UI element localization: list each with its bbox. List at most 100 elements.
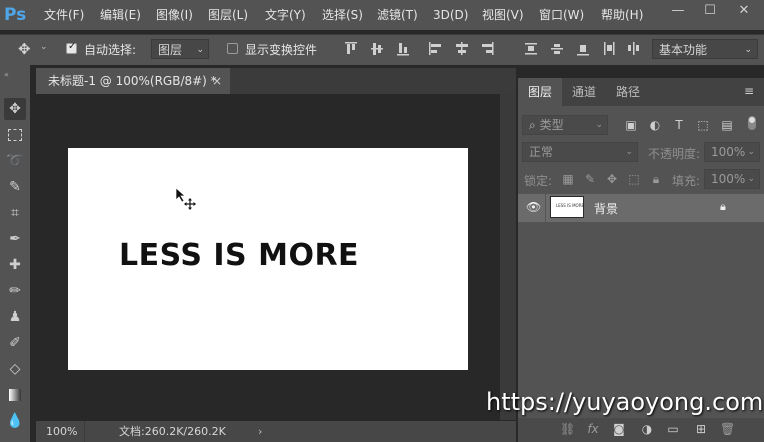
photoshop-logo[interactable]: Ps <box>4 4 28 26</box>
filter-pixel-icon[interactable]: ▣ <box>624 118 638 132</box>
align-left-icon <box>429 42 441 55</box>
tab-layers[interactable]: 图层 <box>518 78 562 106</box>
collapse-toolbar-icon[interactable]: « <box>4 70 9 79</box>
filter-toggle-knob <box>749 117 755 123</box>
gradient-tool-icon[interactable] <box>4 384 26 406</box>
chevron-down-icon: ⌄ <box>747 147 755 157</box>
filter-adjustment-icon[interactable]: ◐ <box>648 118 662 132</box>
distribute-vcenter-icon <box>551 44 563 54</box>
filter-smart-object-icon[interactable]: ▤ <box>720 118 734 132</box>
eraser-tool-icon[interactable]: ◇ <box>4 358 26 380</box>
brush-tool-icon[interactable]: ✏ <box>4 280 26 302</box>
crop-tool-icon[interactable]: ⌗ <box>4 202 26 224</box>
align-right-icon <box>482 42 494 55</box>
align-top-icon <box>345 42 357 54</box>
distribute-bottom-icon <box>577 45 589 56</box>
close-tab-icon[interactable]: × <box>212 68 222 94</box>
zoom-level[interactable]: 100% <box>46 421 77 442</box>
lock-all-icon[interactable]: 🔒︎ <box>649 172 663 186</box>
blur-tool-icon[interactable]: 💧 <box>4 410 26 432</box>
align-hcenter-icon <box>456 42 468 55</box>
layer-lock-icon: 🔒︎ <box>720 200 726 213</box>
align-bottom-icon <box>397 43 409 56</box>
quick-selection-tool-icon[interactable]: ✎ <box>4 176 26 198</box>
menu-edit[interactable]: 编辑(E) <box>100 0 141 30</box>
lock-pixels-icon[interactable]: ✎ <box>583 172 597 186</box>
lock-position-icon[interactable]: ✥ <box>605 172 619 186</box>
layer-filter-value: 类型 <box>539 118 564 132</box>
chevron-down-icon: ⌄ <box>744 45 752 55</box>
fill-label: 填充: <box>672 174 701 188</box>
layer-filter-dropdown[interactable]: ⌕ 类型 ⌄ <box>522 115 608 135</box>
auto-select-checkbox[interactable] <box>66 41 77 54</box>
minimize-icon[interactable]: — <box>664 0 692 22</box>
opacity-value: 100% <box>711 145 746 159</box>
align-icons-group <box>345 42 639 56</box>
watermark-text: https://yuyaoyong.com <box>486 388 764 416</box>
show-transform-checkbox[interactable] <box>227 43 238 54</box>
link-layers-icon[interactable]: ⛓ <box>560 422 575 436</box>
fill-field[interactable]: 100% ⌄ <box>704 169 760 189</box>
chevron-down-icon: ⌄ <box>625 147 633 157</box>
vertical-scrollbar[interactable] <box>500 94 516 420</box>
tab-channels[interactable]: 通道 <box>562 78 606 106</box>
menu-image[interactable]: 图像(I) <box>156 0 193 30</box>
add-mask-icon[interactable]: ◙ <box>612 422 626 436</box>
new-group-icon[interactable]: ▭ <box>666 422 680 436</box>
menu-filter[interactable]: 滤镜(T) <box>377 0 418 30</box>
blend-mode-value: 正常 <box>529 145 554 159</box>
workspace-value: 基本功能 <box>659 43 708 57</box>
blend-mode-dropdown[interactable]: 正常 ⌄ <box>522 142 638 162</box>
marquee-tool-icon[interactable] <box>4 124 26 146</box>
menu-3d[interactable]: 3D(D) <box>433 0 468 30</box>
menu-select[interactable]: 选择(S) <box>322 0 363 30</box>
menu-view[interactable]: 视图(V) <box>482 0 524 30</box>
history-brush-tool-icon[interactable]: ✐ <box>4 332 26 354</box>
maximize-icon[interactable]: ☐ <box>696 0 724 22</box>
fx-icon[interactable]: fx <box>586 422 600 436</box>
canvas-text-layer[interactable]: LESS IS MORE <box>68 238 410 273</box>
status-bar: 100% 文档:260.2K/260.2K › <box>36 421 516 442</box>
document-size: 文档:260.2K/260.2K <box>119 425 226 438</box>
layer-name[interactable]: 背景 <box>594 200 618 217</box>
menu-window[interactable]: 窗口(W) <box>539 0 584 30</box>
opacity-label: 不透明度: <box>648 147 701 161</box>
delete-layer-icon[interactable]: 🗑︎ <box>720 422 735 436</box>
move-tool-preset-icon[interactable]: ✥ <box>18 40 31 58</box>
search-icon: ⌕ <box>529 118 536 132</box>
layer-thumbnail-text: LESS IS MORE <box>556 203 585 208</box>
chevron-down-icon: ⌄ <box>747 174 755 184</box>
panel-menu-icon[interactable]: ≡ <box>744 84 754 98</box>
filter-toggle-switch[interactable] <box>748 116 756 130</box>
workspace-dropdown[interactable]: 基本功能 ⌄ <box>652 39 758 59</box>
clone-stamp-tool-icon[interactable]: ♟ <box>4 306 26 328</box>
move-tool-icon[interactable]: ✥ <box>4 98 26 120</box>
lock-artboard-icon[interactable]: ⬚ <box>627 172 641 186</box>
tab-paths[interactable]: 路径 <box>606 78 650 106</box>
eye-icon[interactable]: 👁︎ <box>526 200 541 214</box>
menu-help[interactable]: 帮助(H) <box>601 0 643 30</box>
menu-type[interactable]: 文字(Y) <box>265 0 306 30</box>
show-transform-label: 显示变换控件 <box>245 43 318 57</box>
document-tab[interactable]: 未标题-1 @ 100%(RGB/8#) * × <box>36 68 230 94</box>
new-layer-icon[interactable]: ⊞ <box>694 422 708 436</box>
opacity-field[interactable]: 100% ⌄ <box>704 142 760 162</box>
lock-transparent-icon[interactable]: ▦ <box>561 172 575 186</box>
filter-type-icon[interactable]: T <box>672 118 686 132</box>
distribute-hcenter-icon <box>628 42 639 55</box>
close-window-icon[interactable]: ✕ <box>730 0 758 22</box>
healing-brush-tool-icon[interactable]: ✚ <box>4 254 26 276</box>
eyedropper-tool-icon[interactable]: ✒ <box>4 228 26 250</box>
auto-select-target-dropdown[interactable]: 图层 ⌄ <box>151 39 209 59</box>
preset-chevron-down-icon[interactable]: ⌄ <box>40 42 48 52</box>
status-arrow-icon[interactable]: › <box>258 421 262 442</box>
menu-layer[interactable]: 图层(L) <box>208 0 248 30</box>
chevron-down-icon: ⌄ <box>595 120 603 130</box>
layer-row-divider <box>545 194 546 222</box>
filter-shape-icon[interactable]: ⬚ <box>696 118 710 132</box>
align-vcenter-icon <box>371 43 383 55</box>
lasso-tool-icon[interactable]: ➰ <box>4 150 26 172</box>
new-adjustment-icon[interactable]: ◑ <box>640 422 654 436</box>
fill-value: 100% <box>711 172 746 186</box>
menu-file[interactable]: 文件(F) <box>44 0 84 30</box>
